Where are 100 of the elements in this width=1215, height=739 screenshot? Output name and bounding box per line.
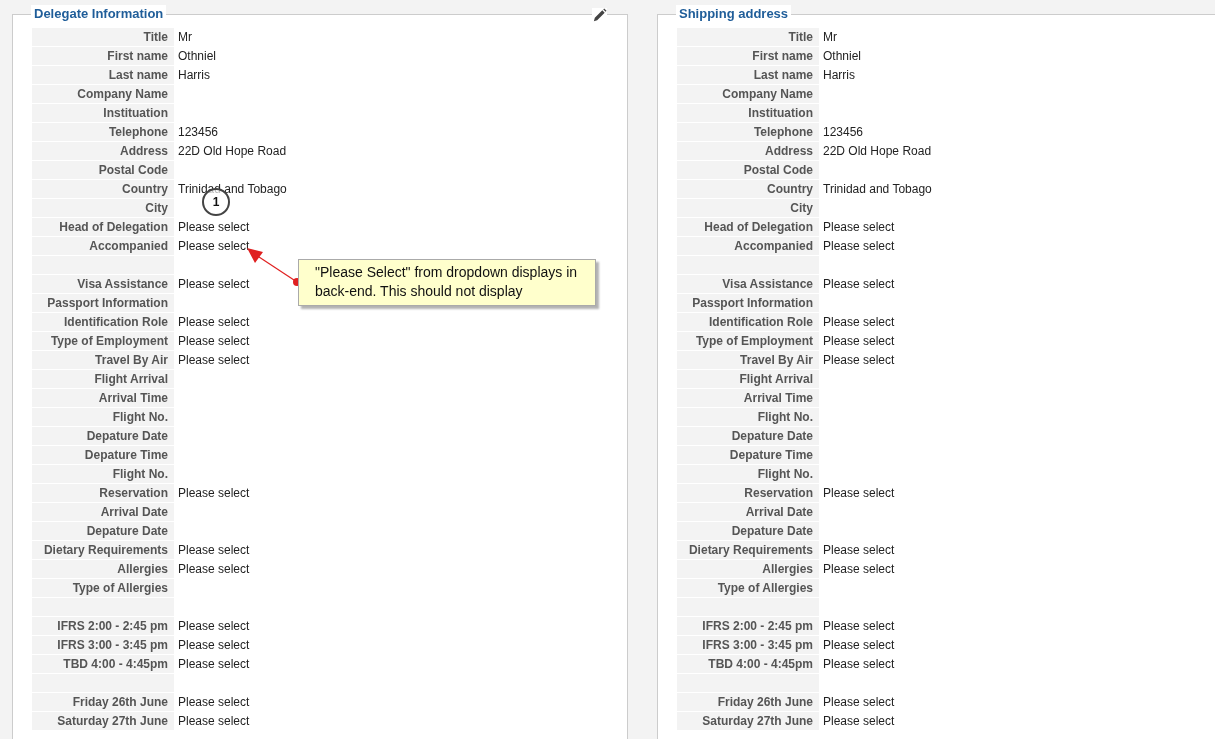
field-label: IFRS 3:00 - 3:45 pm: [677, 636, 819, 654]
field-label: Arrival Date: [32, 503, 174, 521]
field-value: Mr: [823, 29, 837, 46]
field-label: City: [677, 199, 819, 217]
field-value: Please select: [823, 314, 895, 331]
field-label: Flight No.: [677, 465, 819, 483]
field-value: Please select: [823, 694, 895, 711]
field-value: Please select: [823, 656, 895, 673]
field-label: Postal Code: [32, 161, 174, 179]
field-value: Please select: [823, 618, 895, 635]
field-label: Identification Role: [677, 313, 819, 331]
field-value: Please select: [823, 637, 895, 654]
field-value: Please select: [178, 656, 250, 673]
field-value: Please select: [178, 238, 250, 255]
field-value: Please select: [178, 713, 250, 730]
panel-title: Delegate Information: [31, 5, 167, 23]
field-label: Address: [677, 142, 819, 160]
field-label: Depature Date: [677, 522, 819, 540]
field-label: City: [32, 199, 174, 217]
field-value: Please select: [178, 542, 250, 559]
field-value: Harris: [823, 67, 855, 84]
field-label: Flight No.: [32, 408, 174, 426]
field-label: Reservation: [677, 484, 819, 502]
field-label: Last name: [677, 66, 819, 84]
field-label: TBD 4:00 - 4:45pm: [32, 655, 174, 673]
field-label: Head of Delegation: [677, 218, 819, 236]
field-label: Travel By Air: [32, 351, 174, 369]
field-label: Flight Arrival: [677, 370, 819, 388]
field-value: 123456: [178, 124, 219, 141]
field-label: Passport Information: [32, 294, 174, 312]
field-label: Type of Allergies: [32, 579, 174, 597]
field-label: IFRS 2:00 - 2:45 pm: [32, 617, 174, 635]
field-value: Othniel: [178, 48, 217, 65]
field-label: Flight No.: [677, 408, 819, 426]
field-label: Head of Delegation: [32, 218, 174, 236]
field-value: 22D Old Hope Road: [178, 143, 287, 160]
field-label: Reservation: [32, 484, 174, 502]
field-label: Saturday 27th June: [677, 712, 819, 730]
field-value: Trinidad and Tobago: [823, 181, 932, 198]
field-label: Saturday 27th June: [32, 712, 174, 730]
field-label: Accompanied: [677, 237, 819, 255]
field-label: Dietary Requirements: [32, 541, 174, 559]
field-label: Instituation: [32, 104, 174, 122]
field-value: Please select: [178, 219, 250, 236]
field-label: Instituation: [677, 104, 819, 122]
field-value: Please select: [178, 694, 250, 711]
field-value: Please select: [178, 561, 250, 578]
field-label: Depature Time: [32, 446, 174, 464]
field-label: Allergies: [32, 560, 174, 578]
field-value: Harris: [178, 67, 210, 84]
field-label: Type of Employment: [677, 332, 819, 350]
field-value: Please select: [178, 314, 250, 331]
field-label: Company Name: [677, 85, 819, 103]
field-label: Country: [677, 180, 819, 198]
field-label: Flight Arrival: [32, 370, 174, 388]
field-label: Type of Employment: [32, 332, 174, 350]
field-value: Please select: [823, 352, 895, 369]
callout-note: "Please Select" from dropdown displays in back-end. This should not display: [298, 259, 596, 306]
field-label: Last name: [32, 66, 174, 84]
field-label: Identification Role: [32, 313, 174, 331]
field-label: TBD 4:00 - 4:45pm: [677, 655, 819, 673]
field-label: Type of Allergies: [677, 579, 819, 597]
field-label: Depature Date: [32, 427, 174, 445]
field-value: Please select: [178, 618, 250, 635]
field-value: Please select: [178, 333, 250, 350]
field-value: Please select: [823, 219, 895, 236]
field-label: Company Name: [32, 85, 174, 103]
field-label: Telephone: [32, 123, 174, 141]
field-label: IFRS 3:00 - 3:45 pm: [32, 636, 174, 654]
field-value: Please select: [823, 333, 895, 350]
field-label: Flight No.: [32, 465, 174, 483]
field-value: 123456: [823, 124, 864, 141]
field-label: Accompanied: [32, 237, 174, 255]
field-label: Allergies: [677, 560, 819, 578]
field-label: IFRS 2:00 - 2:45 pm: [677, 617, 819, 635]
field-value: Please select: [823, 485, 895, 502]
field-label: First name: [32, 47, 174, 65]
field-value: Please select: [823, 561, 895, 578]
field-value: Please select: [823, 238, 895, 255]
field-value: Please select: [823, 542, 895, 559]
field-label: Address: [32, 142, 174, 160]
field-label: First name: [677, 47, 819, 65]
field-value: 22D Old Hope Road: [823, 143, 932, 160]
field-label: Country: [32, 180, 174, 198]
field-label: Passport Information: [677, 294, 819, 312]
field-value: Please select: [823, 276, 895, 293]
field-label: Arrival Date: [677, 503, 819, 521]
field-value: Please select: [178, 276, 250, 293]
field-label: Title: [32, 28, 174, 46]
field-label: Dietary Requirements: [677, 541, 819, 559]
field-label: Friday 26th June: [32, 693, 174, 711]
field-label: Title: [677, 28, 819, 46]
field-label: Travel By Air: [677, 351, 819, 369]
field-value: Please select: [178, 637, 250, 654]
field-value: Please select: [178, 352, 250, 369]
field-label: Arrival Time: [677, 389, 819, 407]
field-value: Please select: [178, 485, 250, 502]
field-value: Mr: [178, 29, 192, 46]
field-label: Depature Date: [32, 522, 174, 540]
field-label: Depature Time: [677, 446, 819, 464]
